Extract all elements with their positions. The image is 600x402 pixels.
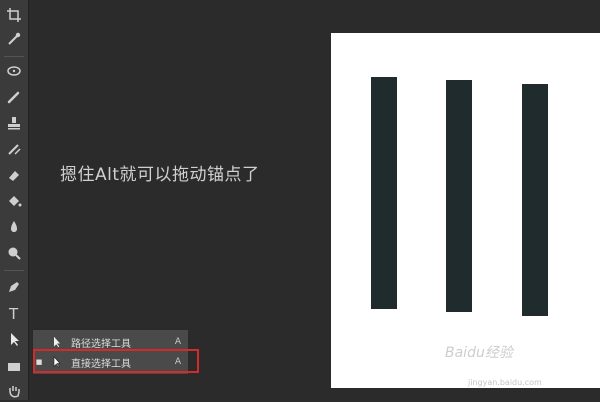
document-canvas[interactable] [331, 33, 600, 388]
path-selection-icon[interactable] [3, 328, 25, 350]
dodge-icon[interactable] [3, 242, 25, 264]
flyout-item-label: 路径选择工具 [71, 338, 131, 350]
tool-separator [4, 270, 24, 271]
tools-panel: T [0, 0, 29, 400]
instruction-caption: 摁住Alt就可以拖动锚点了 [60, 165, 260, 185]
clone-stamp-icon[interactable] [3, 112, 25, 134]
pen-icon[interactable] [3, 276, 25, 298]
watermark-url: jingyan.baidu.com [468, 378, 542, 387]
tool-separator [4, 56, 24, 57]
svg-text:T: T [8, 305, 19, 321]
watermark-logo: Baidu经验 [445, 345, 513, 361]
rectangle-shape-icon[interactable] [3, 356, 25, 378]
paint-bucket-icon[interactable] [3, 190, 25, 212]
vertical-bar-shape[interactable] [371, 77, 397, 309]
brush-icon[interactable] [3, 86, 25, 108]
eraser-icon[interactable] [3, 164, 25, 186]
highlight-annotation-box [33, 349, 199, 373]
hand-icon[interactable] [3, 380, 25, 402]
blur-icon[interactable] [3, 216, 25, 238]
vertical-bar-shape[interactable] [522, 84, 548, 316]
vertical-bar-shape[interactable] [446, 80, 472, 312]
type-icon[interactable]: T [3, 302, 25, 324]
crop-icon[interactable] [3, 4, 25, 26]
spot-healing-icon[interactable] [3, 60, 25, 82]
eyedropper-icon[interactable] [3, 28, 25, 50]
path-selection-arrow-icon [54, 336, 60, 348]
history-brush-icon[interactable] [3, 138, 25, 160]
shortcut-key: A [174, 337, 182, 347]
